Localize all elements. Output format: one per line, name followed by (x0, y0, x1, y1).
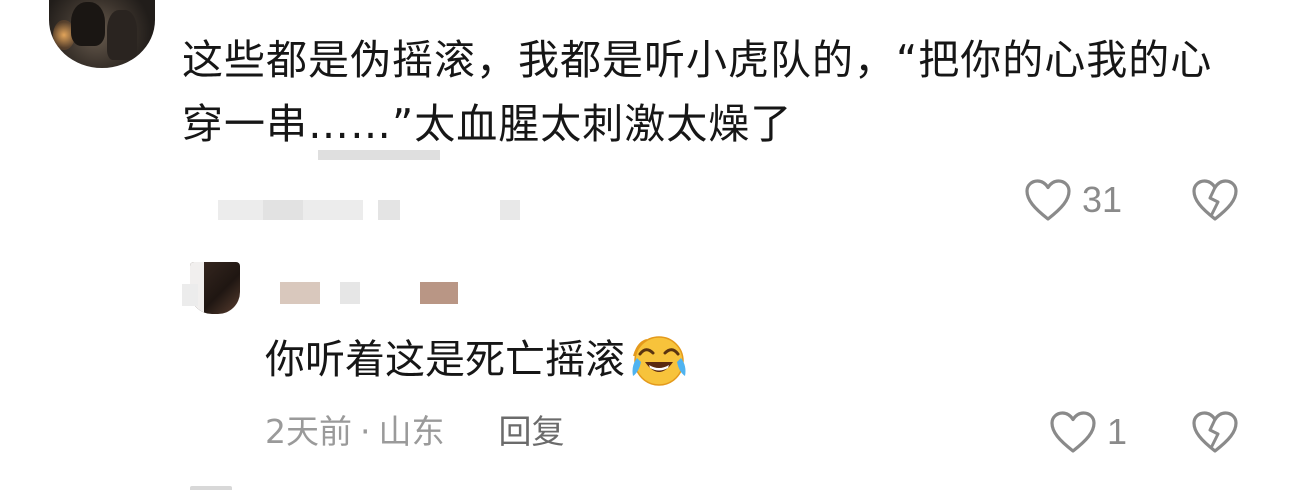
reply-location: 山东 (378, 412, 445, 451)
reply-button[interactable]: 回复 (499, 410, 565, 454)
meta-separator: · (360, 412, 371, 451)
heart-outline-icon (1025, 179, 1071, 221)
next-comment-avatar-edge (190, 486, 232, 490)
reply-content: 你听着这是死亡摇滚 (265, 332, 687, 388)
avatar-photo-detail (107, 10, 137, 60)
broken-heart-icon[interactable] (1191, 178, 1239, 222)
reply-text: 你听着这是死亡摇滚 (265, 337, 625, 383)
reply-meta: 2天前 · 山东 回复 (265, 410, 565, 454)
crying-laughing-emoji (632, 336, 686, 386)
broken-heart-icon[interactable] (1191, 410, 1239, 454)
reply-like-button[interactable]: 1 (1049, 410, 1127, 454)
comment-thread: 这些都是伪摇滚，我都是听小虎队的，“把你的心我的心穿一串……”太血腥太刺激太燥了… (0, 0, 1290, 490)
heart-outline-icon (1050, 411, 1096, 453)
comment-like-button[interactable]: 31 (1024, 178, 1122, 222)
commenter-avatar[interactable] (49, 0, 155, 68)
reply-time: 2天前 (265, 412, 352, 451)
comment-text: 这些都是伪摇滚，我都是听小虎队的，“把你的心我的心穿一串……”太血腥太刺激太燥了 (182, 36, 1213, 148)
comment-like-count: 31 (1082, 179, 1123, 220)
reply-like-count: 1 (1107, 411, 1128, 452)
avatar-photo-detail (71, 2, 105, 46)
